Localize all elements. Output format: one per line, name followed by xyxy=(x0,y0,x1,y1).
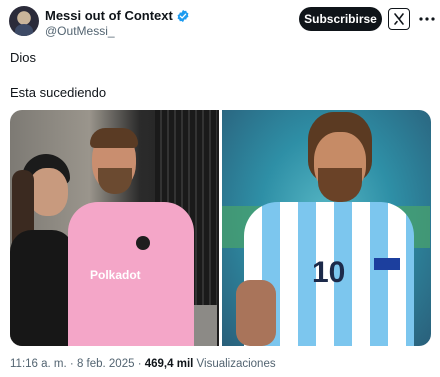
more-dots-icon xyxy=(419,17,435,21)
views-count: 469,4 mil xyxy=(144,358,194,370)
man-hair xyxy=(90,128,138,148)
tweet-text-line: Esta sucediendo xyxy=(10,85,107,100)
tattooed-arm xyxy=(236,280,276,346)
meta-separator: · xyxy=(69,358,74,370)
man-beard xyxy=(98,168,132,194)
author-name-row[interactable]: Messi out of Context xyxy=(45,8,190,23)
tweet-media-grid[interactable]: Polkadot 10 xyxy=(10,110,431,346)
club-crest xyxy=(136,236,150,250)
tweet-time[interactable]: 11:16 a. m. xyxy=(10,358,67,370)
meta-separator: · xyxy=(137,358,142,370)
media-photo-pink-jersey[interactable]: Polkadot xyxy=(10,110,219,346)
author-avatar[interactable] xyxy=(9,6,39,36)
author-display-name[interactable]: Messi out of Context xyxy=(45,8,173,23)
tweet-text-line: Dios xyxy=(10,50,37,65)
media-photo-blue-jersey[interactable]: 10 xyxy=(222,110,431,346)
subscribe-button[interactable]: Subscribirse xyxy=(299,7,382,31)
jersey-sponsor-text: Polkadot xyxy=(90,268,141,282)
tweet-meta: 11:16 a. m. · 8 feb. 2025 · 469,4 mil Vi… xyxy=(10,357,276,371)
verified-badge-icon xyxy=(177,9,189,22)
jersey-number: 10 xyxy=(312,256,346,289)
views-label: Visualizaciones xyxy=(196,358,276,370)
woman-top xyxy=(10,230,74,346)
captain-armband xyxy=(374,258,400,270)
woman-face xyxy=(28,168,68,216)
grok-icon xyxy=(394,13,404,25)
player-beard xyxy=(318,168,362,202)
tweet-date[interactable]: 8 feb. 2025 xyxy=(77,358,135,370)
author-handle[interactable]: @OutMessi_ xyxy=(45,24,115,38)
grok-button[interactable] xyxy=(388,8,410,30)
more-options-button[interactable] xyxy=(418,10,436,28)
